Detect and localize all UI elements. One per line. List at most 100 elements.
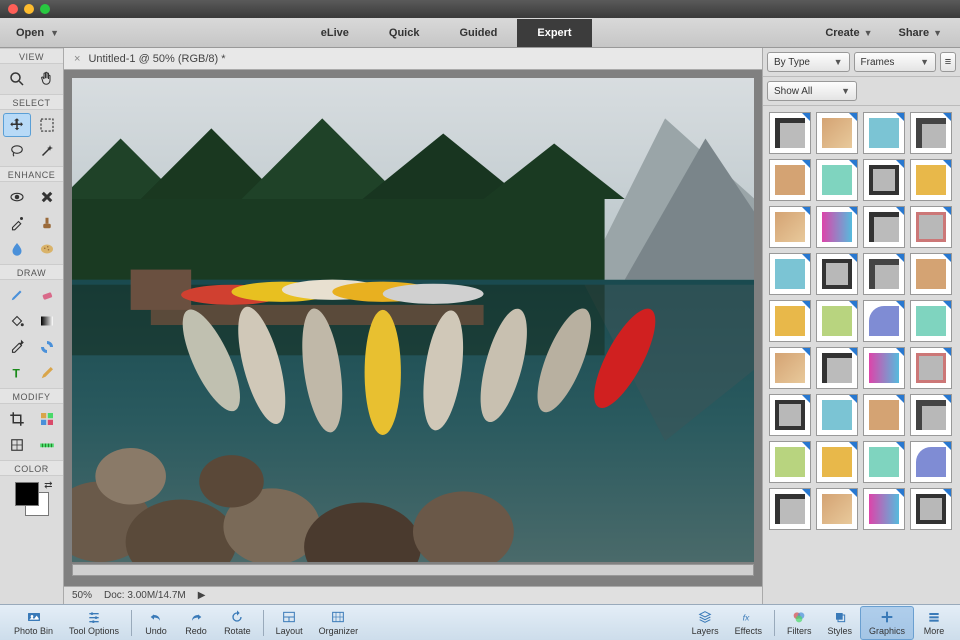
paint-bucket-tool[interactable]: [3, 309, 31, 333]
frame-thumb[interactable]: [769, 488, 811, 530]
frame-thumb[interactable]: [910, 347, 952, 389]
styles-button[interactable]: Styles: [819, 606, 860, 640]
clone-stamp-tool[interactable]: [33, 211, 61, 235]
swap-colors-icon[interactable]: ⇄: [44, 480, 52, 491]
content-aware-tool[interactable]: [3, 433, 31, 457]
share-menu[interactable]: Share▼: [891, 21, 951, 45]
spot-heal-tool[interactable]: [33, 185, 61, 209]
frame-thumb[interactable]: [769, 441, 811, 483]
sort-dropdown[interactable]: By Type▼: [767, 52, 850, 72]
frame-thumb[interactable]: [863, 300, 905, 342]
effects-button[interactable]: fxEffects: [727, 606, 770, 640]
frame-thumb[interactable]: [816, 394, 858, 436]
minimize-window-button[interactable]: [24, 4, 34, 14]
frame-thumb[interactable]: [910, 441, 952, 483]
type-tool[interactable]: T: [3, 361, 31, 385]
horizontal-scrollbar[interactable]: [72, 564, 754, 576]
more-button[interactable]: More: [914, 606, 954, 640]
zoom-tool[interactable]: [3, 67, 31, 91]
tab-guided[interactable]: Guided: [439, 19, 517, 47]
frame-thumb[interactable]: [863, 253, 905, 295]
layers-button[interactable]: Layers: [684, 606, 727, 640]
sponge-tool[interactable]: [33, 237, 61, 261]
window-titlebar: [0, 0, 960, 18]
smart-brush-tool[interactable]: [3, 211, 31, 235]
frame-thumb[interactable]: [863, 206, 905, 248]
lasso-tool[interactable]: [3, 139, 31, 163]
filters-button[interactable]: Filters: [779, 606, 820, 640]
brush-tool[interactable]: [3, 283, 31, 307]
chevron-right-icon[interactable]: ▶: [198, 590, 206, 601]
frame-thumb[interactable]: [816, 112, 858, 154]
hand-tool[interactable]: [33, 67, 61, 91]
frame-thumb[interactable]: [769, 300, 811, 342]
gradient-tool[interactable]: [33, 309, 61, 333]
blur-tool[interactable]: [3, 237, 31, 261]
recompose-tool[interactable]: [33, 407, 61, 431]
move-tool[interactable]: [3, 113, 31, 137]
frame-thumb[interactable]: [910, 112, 952, 154]
eraser-tool[interactable]: [33, 283, 61, 307]
frame-thumb[interactable]: [863, 441, 905, 483]
frame-thumb[interactable]: [816, 488, 858, 530]
tools-sidebar: VIEW SELECT ENHANCE DRAW: [0, 48, 64, 604]
frame-thumb[interactable]: [816, 206, 858, 248]
frame-thumb[interactable]: [863, 159, 905, 201]
frame-thumb[interactable]: [769, 347, 811, 389]
zoom-window-button[interactable]: [40, 4, 50, 14]
magic-wand-tool[interactable]: [33, 139, 61, 163]
redeye-tool[interactable]: [3, 185, 31, 209]
photo-bin-button[interactable]: Photo Bin: [6, 606, 61, 640]
undo-button[interactable]: Undo: [136, 606, 176, 640]
layout-button[interactable]: Layout: [268, 606, 311, 640]
organizer-button[interactable]: Organizer: [311, 606, 367, 640]
rotate-button[interactable]: Rotate: [216, 606, 259, 640]
frame-thumb[interactable]: [769, 112, 811, 154]
frame-thumb[interactable]: [910, 159, 952, 201]
color-swatches[interactable]: ⇄: [9, 480, 55, 520]
document-tab[interactable]: × Untitled-1 @ 50% (RGB/8) *: [64, 50, 236, 68]
straighten-tool[interactable]: [33, 433, 61, 457]
foreground-color[interactable]: [15, 482, 39, 506]
frame-thumb[interactable]: [816, 253, 858, 295]
frame-thumb[interactable]: [769, 206, 811, 248]
crop-tool[interactable]: [3, 407, 31, 431]
frame-thumb[interactable]: [863, 394, 905, 436]
frame-thumb[interactable]: [769, 159, 811, 201]
frame-thumb[interactable]: [816, 159, 858, 201]
tab-quick[interactable]: Quick: [369, 19, 440, 47]
frame-thumb[interactable]: [769, 253, 811, 295]
frame-thumb[interactable]: [910, 394, 952, 436]
frame-thumb[interactable]: [816, 300, 858, 342]
close-tab-icon[interactable]: ×: [74, 53, 80, 65]
frame-thumb[interactable]: [910, 206, 952, 248]
frame-thumb[interactable]: [863, 347, 905, 389]
tab-expert[interactable]: Expert: [517, 19, 591, 47]
frame-thumb[interactable]: [910, 300, 952, 342]
frame-thumb[interactable]: [769, 394, 811, 436]
frame-thumb[interactable]: [816, 347, 858, 389]
frames-grid[interactable]: [763, 106, 960, 604]
frame-thumb[interactable]: [863, 112, 905, 154]
filter-dropdown[interactable]: Show All▼: [767, 81, 857, 101]
pencil-tool[interactable]: [33, 361, 61, 385]
category-dropdown[interactable]: Frames▼: [854, 52, 937, 72]
tool-options-button[interactable]: Tool Options: [61, 606, 127, 640]
canvas-viewport[interactable]: [64, 70, 762, 586]
frame-thumb[interactable]: [910, 253, 952, 295]
frame-thumb[interactable]: [863, 488, 905, 530]
shape-tool[interactable]: [33, 335, 61, 359]
panel-menu-icon[interactable]: ≡: [940, 52, 956, 72]
eyedropper-tool[interactable]: [3, 335, 31, 359]
tab-elive[interactable]: eLive: [301, 19, 369, 47]
create-menu[interactable]: Create▼: [817, 21, 880, 45]
frame-thumb[interactable]: [816, 441, 858, 483]
graphics-button[interactable]: Graphics: [860, 606, 914, 640]
zoom-level[interactable]: 50%: [72, 590, 92, 601]
marquee-tool[interactable]: [33, 113, 61, 137]
redo-button[interactable]: Redo: [176, 606, 216, 640]
close-window-button[interactable]: [8, 4, 18, 14]
canvas[interactable]: [72, 78, 754, 562]
frame-thumb[interactable]: [910, 488, 952, 530]
open-menu[interactable]: Open ▼: [0, 27, 75, 39]
